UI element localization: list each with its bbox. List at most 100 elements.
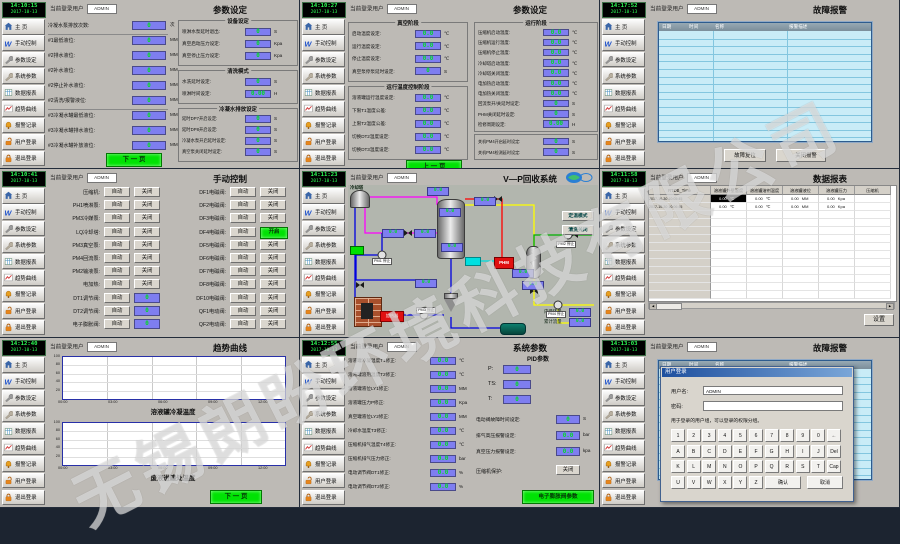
setting-value[interactable]: 0 — [556, 415, 580, 424]
keyboard-key[interactable]: B — [687, 445, 701, 458]
param-value-field[interactable]: 0.0 — [430, 483, 456, 491]
param-value-field[interactable]: 0 — [132, 36, 166, 45]
alarm-mute-button[interactable]: 关闭报警 — [776, 149, 826, 162]
device-state-button[interactable]: 关闭 — [134, 279, 160, 289]
param-value-field[interactable]: 0.0 — [415, 30, 441, 38]
report-value-cell[interactable] — [783, 227, 819, 235]
report-value-cell[interactable] — [783, 243, 819, 251]
valve-position-value[interactable]: 0 — [134, 319, 160, 329]
keyboard-key[interactable]: I — [796, 445, 810, 458]
sidebar-item-data-report[interactable]: 数据报表 — [2, 423, 45, 439]
param-value-field[interactable]: 0 — [245, 52, 271, 60]
horizontal-scrollbar[interactable]: ◀▶ — [648, 302, 895, 309]
sidebar-item-system-params[interactable]: 系统参数 — [302, 407, 345, 423]
param-value-field[interactable]: 0 — [245, 78, 271, 86]
keyboard-key[interactable]: L — [687, 460, 701, 473]
report-time-cell[interactable] — [649, 219, 711, 227]
auto-mode-button[interactable]: 自动 — [104, 213, 130, 223]
keyboard-key[interactable]: T — [811, 460, 825, 473]
report-value-cell[interactable] — [711, 211, 747, 219]
device-state-button[interactable]: 关闭 — [260, 266, 286, 276]
device-state-button[interactable]: 关闭 — [134, 240, 160, 250]
auto-mode-button[interactable]: 自动 — [230, 279, 256, 289]
sidebar-item-logout[interactable]: 退出登录 — [302, 151, 345, 167]
report-value-cell[interactable] — [711, 219, 747, 227]
sidebar-item-manual-control[interactable]: W手动控制 — [2, 35, 45, 51]
param-value-field[interactable]: 0 — [245, 137, 271, 145]
report-value-cell[interactable] — [819, 243, 855, 251]
report-time-cell[interactable] — [649, 283, 711, 291]
sidebar-item-data-report[interactable]: 数据报表 — [2, 85, 45, 101]
report-value-cell[interactable] — [819, 267, 855, 275]
report-value-cell[interactable] — [783, 219, 819, 227]
device-state-button[interactable]: 关闭 — [260, 279, 286, 289]
keyboard-key[interactable]: U — [671, 476, 685, 489]
report-value-cell[interactable] — [855, 203, 891, 211]
sidebar-item-home[interactable]: 主 页 — [302, 357, 345, 373]
param-value-field[interactable]: 0.0 — [543, 59, 569, 67]
auto-mode-button[interactable]: 自动 — [104, 266, 130, 276]
keyboard-key[interactable]: Cap — [827, 460, 841, 473]
mode-button-clean[interactable]: 清洗关闭 — [562, 225, 594, 235]
pid-param-value[interactable]: 0 — [503, 365, 531, 374]
cancel-button[interactable]: 取消 — [807, 476, 843, 489]
auto-mode-button[interactable]: 自动 — [230, 213, 256, 223]
valve-open-button[interactable]: 开启 — [260, 227, 288, 239]
report-value-cell[interactable] — [747, 251, 783, 259]
auto-mode-button[interactable]: 自动 — [230, 293, 256, 303]
report-value-cell[interactable] — [783, 283, 819, 291]
report-time-cell[interactable] — [649, 275, 711, 283]
keyboard-key[interactable]: 7 — [765, 429, 779, 442]
param-value-field[interactable]: 0.0 — [415, 133, 441, 141]
param-value-field[interactable]: 0.0 — [430, 469, 456, 477]
report-value-cell[interactable]: 0.00MM — [783, 195, 819, 203]
sidebar-item-system-params[interactable]: 系统参数 — [602, 407, 645, 423]
report-column-header[interactable]: 压缩机 — [855, 186, 891, 195]
report-value-cell[interactable] — [783, 291, 819, 299]
report-value-cell[interactable] — [783, 267, 819, 275]
sidebar-item-system-params[interactable]: 系统参数 — [2, 407, 45, 423]
report-value-cell[interactable] — [783, 251, 819, 259]
keyboard-key[interactable]: E — [733, 445, 747, 458]
sidebar-item-logout[interactable]: 退出登录 — [602, 151, 645, 167]
sidebar-item-alarm-records[interactable]: 报警记录 — [2, 456, 45, 472]
sidebar-item-user-login[interactable]: 用户登录 — [302, 473, 345, 489]
report-time-cell[interactable] — [649, 227, 711, 235]
sidebar-item-home[interactable]: 主 页 — [2, 357, 45, 373]
param-value-field[interactable]: 0 — [132, 81, 166, 90]
device-state-button[interactable]: 关闭 — [260, 187, 286, 197]
keyboard-key[interactable]: ← — [827, 429, 841, 442]
report-time-cell[interactable] — [649, 267, 711, 275]
report-value-cell[interactable] — [783, 259, 819, 267]
sidebar-item-alarm-records[interactable]: 报警记录 — [2, 118, 45, 134]
sidebar-item-user-login[interactable]: 用户登录 — [602, 303, 645, 319]
report-value-cell[interactable] — [819, 275, 855, 283]
report-value-cell[interactable]: 0.00Kpa — [819, 195, 855, 203]
report-value-cell[interactable] — [819, 227, 855, 235]
keyboard-key[interactable]: F — [749, 445, 763, 458]
auto-mode-button[interactable]: 自动 — [104, 293, 130, 303]
param-value-field[interactable]: 0.0 — [543, 80, 569, 88]
report-value-cell[interactable] — [711, 291, 747, 299]
param-value-field[interactable]: 0.0 — [415, 120, 441, 128]
report-value-cell[interactable] — [855, 275, 891, 283]
device-state-button[interactable]: 关闭 — [134, 266, 160, 276]
param-value-field[interactable]: 0.0 — [430, 371, 456, 379]
keyboard-key[interactable]: N — [718, 460, 732, 473]
next-page-button[interactable]: 下 一 页 — [106, 153, 162, 167]
sidebar-item-param-settings[interactable]: 参数设定 — [302, 52, 345, 68]
param-value-field[interactable]: 0 — [543, 148, 569, 156]
report-value-cell[interactable] — [855, 195, 891, 203]
setting-value[interactable]: 0.0 — [556, 431, 580, 440]
sidebar-item-manual-control[interactable]: W手动控制 — [2, 204, 45, 220]
param-value-field[interactable]: 0.00 — [245, 90, 271, 98]
sidebar-item-logout[interactable]: 退出登录 — [2, 490, 45, 506]
report-value-cell[interactable] — [819, 259, 855, 267]
device-state-button[interactable]: 关闭 — [260, 253, 286, 263]
login-user-value[interactable]: ADMIN — [87, 342, 117, 352]
confirm-button[interactable]: 确认 — [765, 476, 801, 489]
auto-mode-button[interactable]: 自动 — [104, 187, 130, 197]
scroll-thumb[interactable] — [656, 303, 682, 310]
report-value-cell[interactable] — [747, 283, 783, 291]
report-value-cell[interactable] — [855, 259, 891, 267]
